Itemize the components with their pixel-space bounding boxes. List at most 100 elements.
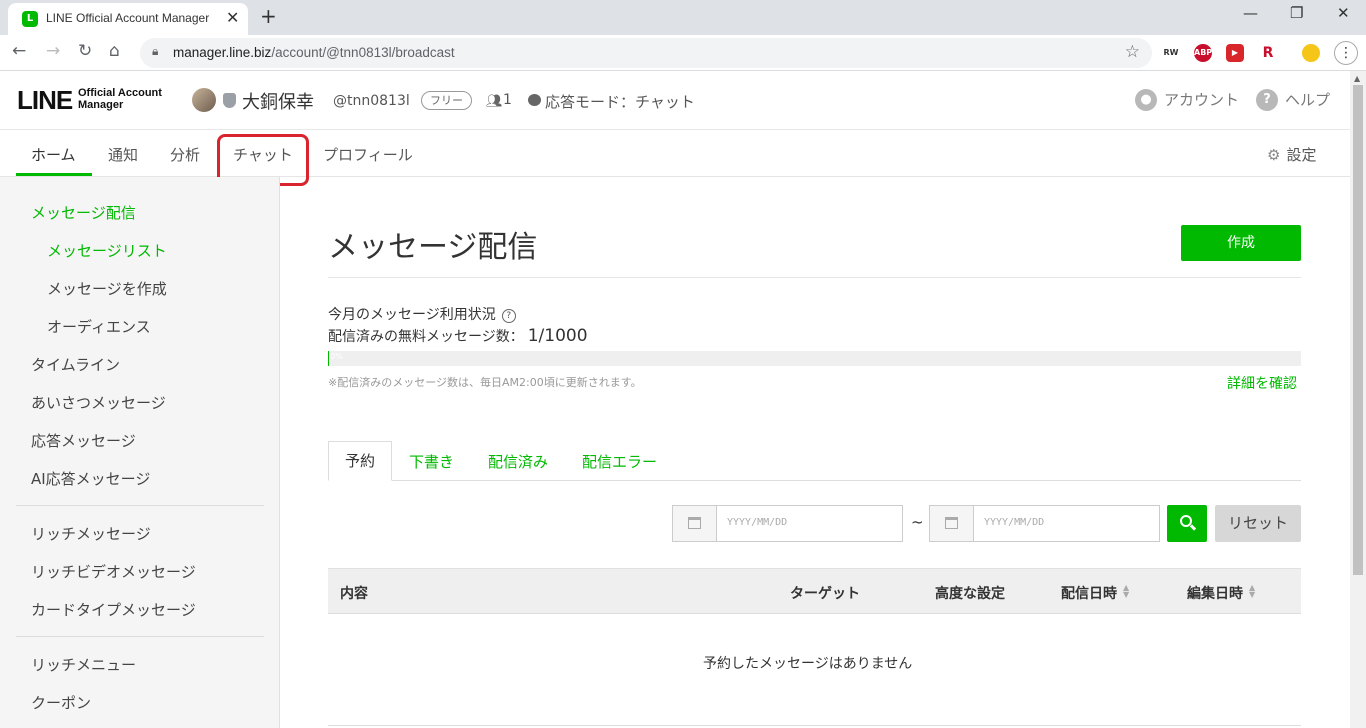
- gear-icon: ⚙: [1267, 146, 1281, 164]
- table-header: 内容 ターゲット 高度な設定 配信日時 ▲ ▼ 編集日時 ▲ ▼: [328, 568, 1301, 614]
- details-link[interactable]: 詳細を確認: [1227, 373, 1297, 393]
- tab-scheduled[interactable]: 予約: [328, 441, 392, 481]
- scroll-up-icon[interactable]: ▲: [1354, 74, 1360, 83]
- tab-close-icon[interactable]: ✕: [226, 8, 239, 27]
- scroll-thumb[interactable]: [1353, 85, 1363, 575]
- column-content: 内容: [340, 586, 368, 602]
- sidebar-item-greeting[interactable]: あいさつメッセージ: [31, 392, 166, 413]
- search-button[interactable]: [1167, 505, 1207, 542]
- sort-icon[interactable]: ▲ ▼: [1123, 584, 1129, 599]
- sidebar-item-ai-reply[interactable]: AI応答メッセージ: [31, 468, 150, 489]
- date-from-field[interactable]: YYYY/MM/DD: [672, 505, 903, 542]
- active-tab-underline: [16, 173, 92, 176]
- message-tabs: 予約 下書き 配信済み 配信エラー: [328, 441, 1301, 481]
- main-nav: ホーム 通知 分析 チャット プロフィール ⚙ 設定: [0, 131, 1350, 177]
- sidebar-item-message-list[interactable]: メッセージリスト: [47, 240, 167, 261]
- create-button[interactable]: 作成: [1181, 225, 1301, 261]
- tab-profile[interactable]: プロフィール: [323, 144, 413, 165]
- browser-tabstrip: L LINE Official Account Manager ✕ + — ❐ …: [0, 0, 1366, 35]
- lock-icon: 🔒︎: [152, 44, 159, 58]
- sidebar-item-create-message[interactable]: メッセージを作成: [47, 278, 167, 299]
- help-icon[interactable]: ?: [1256, 89, 1278, 111]
- minimize-icon[interactable]: —: [1243, 4, 1258, 22]
- extension-adblock-icon[interactable]: ABP: [1194, 44, 1212, 62]
- empty-state-message: 予約したメッセージはありません: [703, 656, 913, 672]
- sidebar-divider: [16, 636, 264, 637]
- account-name[interactable]: 大銅保幸: [242, 88, 314, 114]
- tab-drafts[interactable]: 下書き: [409, 451, 454, 472]
- calendar-icon: [945, 517, 958, 529]
- browser-tab-title: LINE Official Account Manager: [46, 11, 210, 25]
- calendar-cell[interactable]: [673, 506, 717, 541]
- browser-toolbar: ← → ↻ ⌂ 🔒︎ manager.line.biz/account/@tnn…: [0, 35, 1366, 71]
- date-from-placeholder: YYYY/MM/DD: [727, 517, 788, 528]
- account-icon[interactable]: ●: [1135, 89, 1157, 111]
- column-edit-date[interactable]: 編集日時 ▲ ▼: [1187, 583, 1255, 603]
- settings-link[interactable]: ⚙ 設定: [1267, 144, 1316, 165]
- usage-note: ※配信済みのメッセージ数は、毎日AM2:00頃に更新されます。: [328, 376, 642, 389]
- date-to-field[interactable]: YYYY/MM/DD: [929, 505, 1160, 542]
- sidebar-item-timeline[interactable]: タイムライン: [31, 354, 120, 375]
- tab-errors[interactable]: 配信エラー: [582, 451, 657, 472]
- forward-icon[interactable]: →: [46, 41, 60, 61]
- page-scrollbar[interactable]: ▲: [1350, 71, 1366, 728]
- sidebar-item-auto-reply[interactable]: 応答メッセージ: [31, 430, 136, 451]
- sidebar-divider: [16, 505, 264, 506]
- help-circle-icon[interactable]: ?: [501, 309, 516, 323]
- tab-home[interactable]: ホーム: [31, 144, 76, 165]
- restore-icon[interactable]: ❐: [1290, 4, 1303, 22]
- tab-analytics[interactable]: 分析: [170, 144, 200, 165]
- sidebar-item-rich-message[interactable]: リッチメッセージ: [31, 523, 151, 544]
- column-advanced: 高度な設定: [935, 586, 1005, 602]
- column-target: ターゲット: [790, 586, 860, 602]
- reset-button[interactable]: リセット: [1215, 505, 1301, 542]
- browser-menu-icon[interactable]: ⋮: [1334, 41, 1358, 65]
- usage-progress-text: 0%: [330, 352, 343, 361]
- extension-bulb-icon[interactable]: [1302, 44, 1320, 62]
- main-content: メッセージ配信 作成 今月のメッセージ利用状況? 配信済みの無料メッセージ数： 1…: [280, 177, 1350, 728]
- line-favicon-icon: L: [22, 11, 38, 27]
- usage-count: 配信済みの無料メッセージ数： 1/1000: [328, 326, 588, 346]
- calendar-cell[interactable]: [930, 506, 974, 541]
- help-link[interactable]: ヘルプ: [1285, 89, 1330, 110]
- app-header: LINE Official Account Manager 大銅保幸 @tnn08…: [0, 71, 1350, 130]
- table-divider: [328, 725, 1301, 726]
- logo-subtitle: Official Account Manager: [78, 87, 162, 111]
- extension-rw-icon[interactable]: RW: [1162, 44, 1180, 62]
- friends-count: 1: [503, 92, 512, 108]
- sidebar-item-audience[interactable]: オーディエンス: [47, 316, 151, 337]
- back-icon[interactable]: ←: [12, 41, 26, 61]
- account-avatar[interactable]: [192, 88, 216, 112]
- column-send-date[interactable]: 配信日時 ▲ ▼: [1061, 583, 1129, 603]
- browser-tab[interactable]: L LINE Official Account Manager ✕: [8, 3, 248, 35]
- shield-icon: [223, 93, 236, 108]
- home-icon[interactable]: ⌂: [109, 41, 120, 61]
- sidebar-item-broadcast[interactable]: メッセージ配信: [31, 202, 136, 223]
- usage-label: 今月のメッセージ利用状況?: [328, 304, 516, 324]
- line-logo[interactable]: LINE: [17, 85, 73, 116]
- response-mode[interactable]: 応答モード：チャット: [545, 91, 695, 112]
- new-tab-button[interactable]: +: [260, 4, 277, 28]
- extension-r-icon[interactable]: R: [1259, 44, 1277, 62]
- usage-progress-fill: [328, 351, 329, 366]
- sidebar-item-coupon[interactable]: クーポン: [31, 692, 91, 713]
- sort-icon[interactable]: ▲ ▼: [1249, 584, 1255, 599]
- title-divider: [328, 277, 1301, 278]
- sidebar-item-card-message[interactable]: カードタイプメッセージ: [31, 599, 196, 620]
- account-link[interactable]: アカウント: [1164, 89, 1239, 110]
- account-id: @tnn0813l: [333, 93, 410, 109]
- url-text[interactable]: manager.line.biz/account/@tnn0813l/broad…: [173, 45, 455, 60]
- reload-icon[interactable]: ↻: [78, 41, 92, 61]
- bookmark-star-icon[interactable]: ☆: [1125, 42, 1140, 62]
- tab-notifications[interactable]: 通知: [108, 144, 138, 165]
- sidebar-item-rich-video[interactable]: リッチビデオメッセージ: [31, 561, 196, 582]
- address-bar[interactable]: 🔒︎ manager.line.biz/account/@tnn0813l/br…: [140, 38, 1152, 68]
- tab-sent[interactable]: 配信済み: [488, 451, 548, 472]
- calendar-icon: [688, 517, 701, 529]
- sidebar-item-rich-menu[interactable]: リッチメニュー: [31, 654, 136, 675]
- date-to-placeholder: YYYY/MM/DD: [984, 517, 1045, 528]
- sidebar: メッセージ配信 メッセージリスト メッセージを作成 オーディエンス タイムライン…: [0, 177, 280, 728]
- window-close-icon[interactable]: ✕: [1337, 4, 1350, 22]
- page-title: メッセージ配信: [328, 230, 538, 265]
- extension-video-icon[interactable]: ▶: [1226, 44, 1244, 62]
